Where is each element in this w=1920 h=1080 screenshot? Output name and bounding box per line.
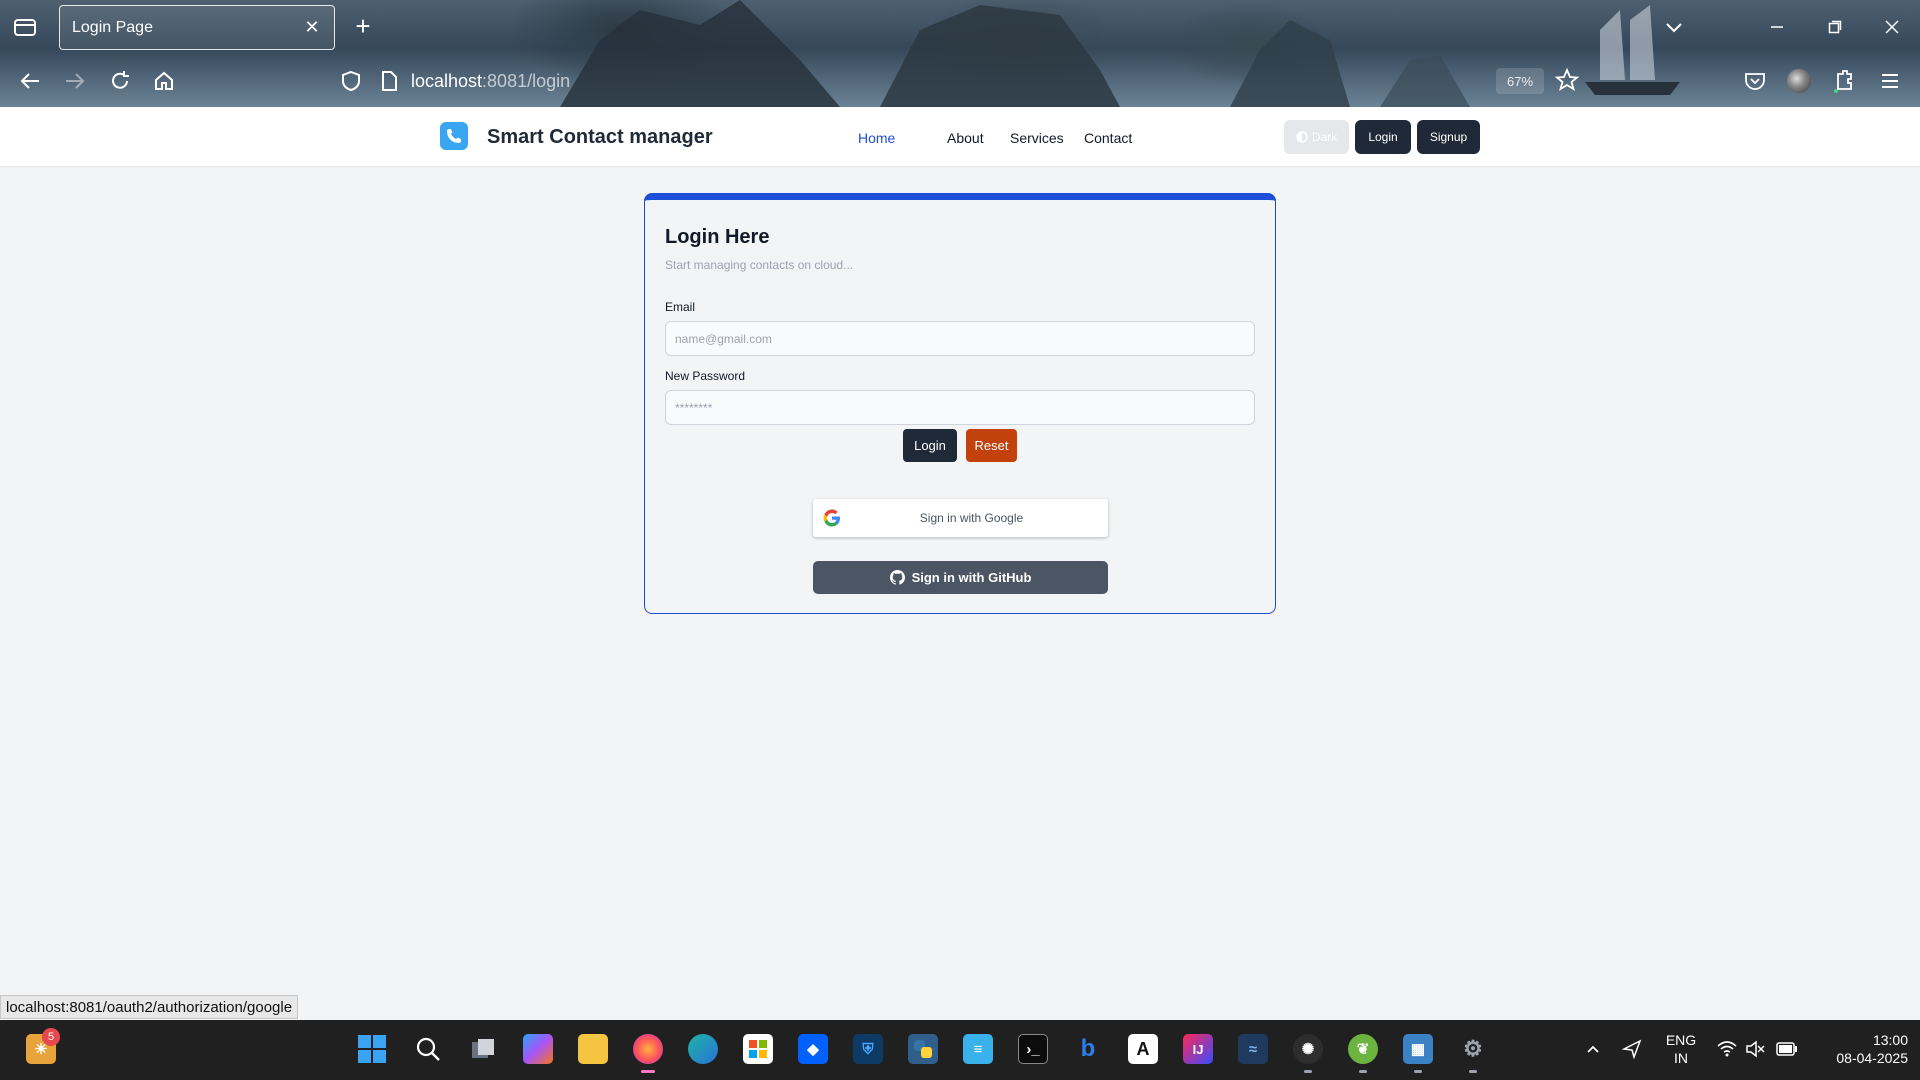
github-signin-label: Sign in with GitHub <box>911 570 1032 585</box>
tab-close-icon[interactable]: ✕ <box>302 17 322 38</box>
notepad-icon[interactable]: ≡ <box>963 1034 993 1064</box>
new-tab-icon[interactable]: + <box>350 13 376 40</box>
password-field[interactable] <box>665 390 1255 425</box>
status-link-preview: localhost:8081/oauth2/authorization/goog… <box>0 995 299 1019</box>
control-panel-icon[interactable]: ▦ <box>1403 1034 1433 1073</box>
chatgpt-icon[interactable]: ✺ <box>1293 1034 1323 1073</box>
wifi-icon[interactable] <box>1712 1034 1742 1064</box>
forward-arrow-icon[interactable] <box>59 65 91 97</box>
login-subtitle: Start managing contacts on cloud... <box>665 258 854 272</box>
google-signin-label: Sign in with Google <box>919 511 1024 525</box>
dark-mode-toggle[interactable]: Dark <box>1284 120 1349 154</box>
bookmark-star-icon[interactable] <box>1554 67 1580 93</box>
home-icon[interactable] <box>148 65 180 97</box>
browser-tab[interactable]: Login Page ✕ <box>59 5 335 50</box>
taskbar: ☀ 5 ◆ ⛨ ≡ ›_ b A IJ ≈ ✺ ❦ ▦ ⚙ ENG IN 13:… <box>0 1020 1920 1080</box>
account-avatar[interactable] <box>1787 69 1811 93</box>
region-code: IN <box>1674 1050 1688 1066</box>
tab-title: Login Page <box>72 18 153 36</box>
text-app-icon[interactable]: A <box>1128 1034 1158 1064</box>
window-close-icon[interactable] <box>1877 12 1907 42</box>
reset-button[interactable]: Reset <box>966 429 1017 462</box>
intellij-icon[interactable]: IJ <box>1183 1034 1213 1064</box>
nav-link-home[interactable]: Home <box>858 130 895 146</box>
widget-badge: 5 <box>42 1028 60 1046</box>
clock-date: 08-04-2025 <box>1836 1050 1908 1066</box>
logo-phone-icon[interactable] <box>440 122 468 150</box>
edge-icon[interactable] <box>688 1034 718 1064</box>
dropbox-icon[interactable]: ◆ <box>798 1034 828 1064</box>
tab-list-icon[interactable] <box>12 14 38 40</box>
url-host: localhost <box>411 71 483 91</box>
reload-icon[interactable] <box>104 65 136 97</box>
windows-start-icon[interactable] <box>357 1034 387 1064</box>
github-signin-button[interactable]: Sign in with GitHub <box>813 561 1108 594</box>
password-label: New Password <box>665 369 746 383</box>
bing-icon[interactable]: b <box>1073 1034 1103 1064</box>
mysql-icon[interactable]: ≈ <box>1238 1034 1268 1064</box>
email-label: Email <box>665 300 696 314</box>
extensions-icon[interactable] <box>1832 68 1856 94</box>
github-icon <box>889 570 905 585</box>
settings-gear-icon[interactable]: ⚙ <box>1458 1034 1488 1073</box>
language-indicator[interactable]: ENG IN <box>1661 1031 1701 1067</box>
minimize-icon[interactable] <box>1762 12 1792 42</box>
restore-icon[interactable] <box>1820 12 1850 42</box>
chevron-down-icon[interactable] <box>1662 16 1686 38</box>
url-path: :8081/login <box>482 71 571 91</box>
clock-time: 13:00 <box>1872 1032 1908 1048</box>
store-icon[interactable] <box>743 1034 773 1064</box>
firefox-icon[interactable] <box>633 1034 663 1073</box>
browser-chrome: Login Page ✕ + localhost:8081/login 67% <box>0 0 1920 107</box>
site-navbar: Smart Contact manager Home About Service… <box>0 107 1920 167</box>
search-icon[interactable] <box>413 1034 443 1064</box>
nav-login-button[interactable]: Login <box>1355 120 1411 154</box>
send-icon[interactable] <box>1617 1034 1647 1064</box>
nav-link-services[interactable]: Services <box>1010 130 1064 146</box>
language-code: ENG <box>1665 1032 1697 1048</box>
page-info-icon[interactable] <box>380 70 398 92</box>
chevron-up-icon[interactable] <box>1578 1034 1608 1064</box>
login-title: Login Here <box>665 226 770 248</box>
file-explorer-icon[interactable] <box>578 1034 608 1064</box>
python-icon[interactable] <box>908 1034 938 1064</box>
nav-signup-button[interactable]: Signup <box>1417 120 1480 154</box>
brand-name[interactable]: Smart Contact manager <box>487 126 713 149</box>
hamburger-menu-icon[interactable] <box>1878 69 1902 93</box>
half-circle-icon <box>1296 131 1308 143</box>
nav-link-contact[interactable]: Contact <box>1084 130 1132 146</box>
login-card: Login Here Start managing contacts on cl… <box>644 193 1276 614</box>
copilot-icon[interactable] <box>523 1034 553 1064</box>
pocket-icon[interactable] <box>1743 69 1767 93</box>
nav-link-about[interactable]: About <box>947 130 984 146</box>
spring-icon[interactable]: ❦ <box>1348 1034 1378 1073</box>
terminal-icon[interactable]: ›_ <box>1018 1034 1048 1064</box>
task-view-icon[interactable] <box>468 1034 498 1064</box>
security-app-icon[interactable]: ⛨ <box>853 1034 883 1064</box>
email-field[interactable] <box>665 321 1255 356</box>
zoom-indicator[interactable]: 67% <box>1496 68 1544 94</box>
google-icon <box>823 509 840 527</box>
address-bar[interactable]: localhost:8081/login <box>411 71 570 92</box>
speaker-muted-icon[interactable] <box>1740 1034 1770 1064</box>
back-arrow-icon[interactable] <box>14 65 46 97</box>
shield-icon[interactable] <box>340 70 362 92</box>
battery-icon[interactable] <box>1772 1034 1802 1064</box>
google-signin-button[interactable]: Sign in with Google <box>813 499 1108 537</box>
dark-mode-label: Dark <box>1311 130 1338 144</box>
login-button[interactable]: Login <box>903 429 957 462</box>
clock[interactable]: 13:00 08-04-2025 <box>1812 1031 1908 1067</box>
